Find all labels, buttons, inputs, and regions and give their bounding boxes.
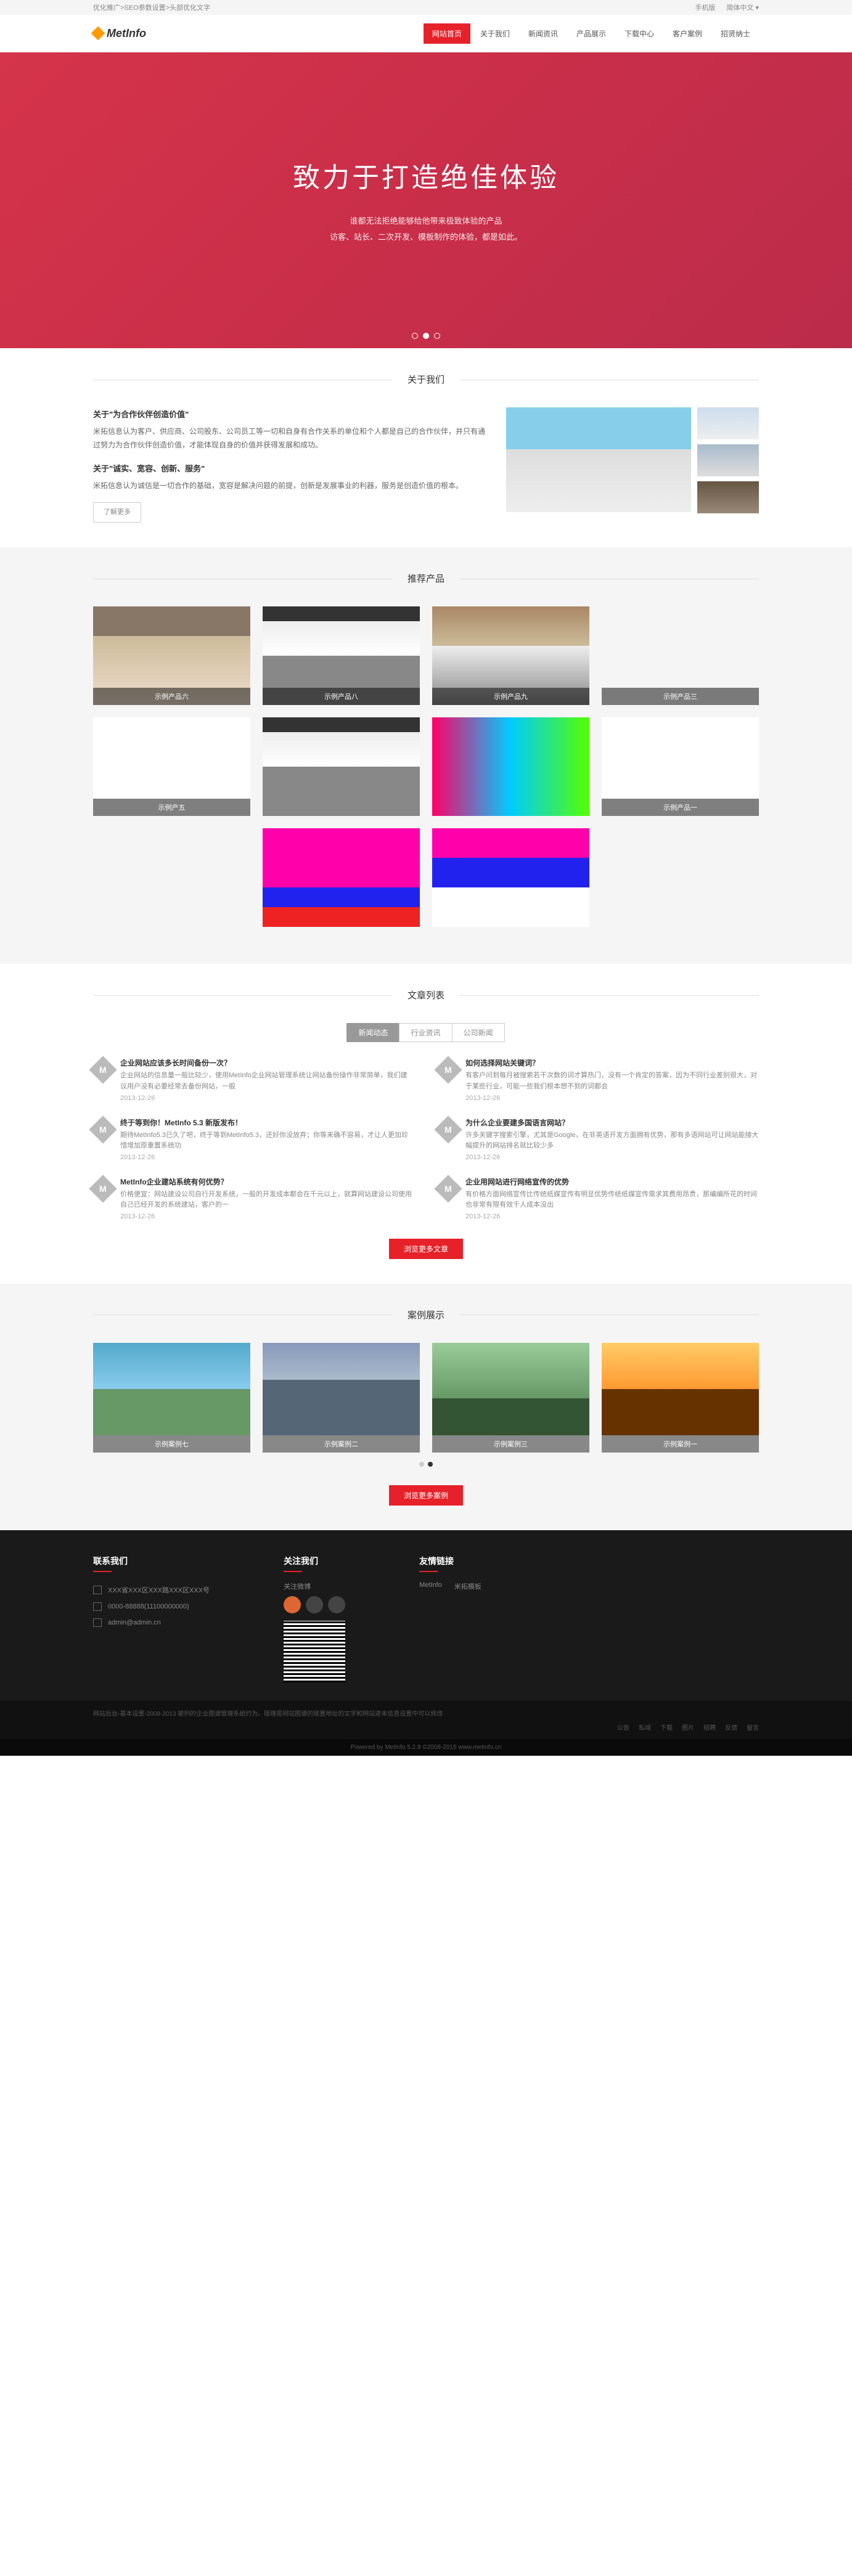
phone-icon [93, 1602, 102, 1611]
footer-nav: 公告 私域 下载 图片 招聘 反馈 留言 [93, 1722, 759, 1732]
case-dot[interactable] [419, 1462, 424, 1467]
article-item[interactable]: M终于等到你！MetInfo 5.3 新版发布！期待MetInfo5.3已久了吧… [93, 1117, 414, 1161]
article-item[interactable]: M企业用网站进行网络宣传的优势有价格方面网络宣传比传统纸媒宣传有明显优势传统纸媒… [438, 1176, 759, 1220]
case-card[interactable]: 示例案例七 [93, 1343, 250, 1453]
fnav-link[interactable]: 公告 [617, 1722, 629, 1732]
about-title: 关于我们 [392, 373, 460, 386]
main-nav: 网站首页 关于我们 新闻资讯 产品展示 下载中心 客户案例 招贤纳士 [424, 23, 759, 44]
footer-phone: 0000-88888(11100000000) [93, 1599, 210, 1615]
tab-company[interactable]: 公司新闻 [452, 1023, 505, 1042]
nav-home[interactable]: 网站首页 [424, 23, 470, 44]
product-card[interactable] [432, 717, 589, 816]
article-icon: M [434, 1115, 462, 1143]
article-icon: M [434, 1056, 462, 1084]
case-card[interactable]: 示例案例三 [432, 1343, 589, 1453]
about-more-button[interactable]: 了解更多 [93, 502, 141, 523]
cases-title: 案例展示 [392, 1308, 460, 1321]
about-h2: 关于"诚实、宽容、创新、服务" [93, 462, 488, 476]
banner-line1: 谁都无法拒绝能够给他带来极致体验的产品 [350, 213, 502, 229]
case-card[interactable]: 示例案例二 [263, 1343, 420, 1453]
seo-text: 优化推广>SEO参数设置>头部优化文字 [93, 2, 210, 12]
fnav-link[interactable]: 留言 [747, 1722, 759, 1732]
weibo-icon[interactable] [284, 1596, 301, 1613]
friend-link[interactable]: MetInfo [419, 1581, 442, 1591]
case-card[interactable]: 示例案例一 [602, 1343, 759, 1453]
product-card[interactable]: 示例产品一 [602, 717, 759, 816]
about-thumb[interactable] [697, 407, 759, 439]
product-card[interactable]: 示例产五 [93, 717, 250, 816]
article-item[interactable]: MMetInfo企业建站系统有何优势？价格便宜：网站建设公司自行开发系统，一般的… [93, 1176, 414, 1220]
product-card[interactable] [263, 717, 420, 816]
banner-dots [412, 333, 440, 339]
tencent-icon[interactable] [306, 1596, 323, 1613]
footer-email: admin@admin.cn [93, 1615, 210, 1631]
article-icon: M [89, 1115, 117, 1143]
follow-sub: 关注微博 [284, 1581, 345, 1591]
banner-dot[interactable] [423, 333, 429, 339]
about-thumb[interactable] [697, 481, 759, 513]
case-dot[interactable] [428, 1462, 433, 1467]
tab-industry[interactable]: 行业资讯 [399, 1023, 452, 1042]
about-p2: 米拓信息认为诚信是一切合作的基础，宽容是解决问题的前提，创新是发展事业的利器，服… [93, 479, 488, 493]
banner-dot[interactable] [434, 333, 440, 339]
tab-news[interactable]: 新闻动态 [346, 1023, 399, 1042]
nav-news[interactable]: 新闻资讯 [520, 23, 567, 44]
products-title: 推荐产品 [392, 572, 460, 585]
article-icon: M [434, 1175, 462, 1202]
rss-icon[interactable] [328, 1596, 345, 1613]
copyright: Powered by MetInfo 5.2.8 ©2008-2015 www.… [0, 1739, 852, 1756]
nav-download[interactable]: 下载中心 [616, 23, 663, 44]
nav-products[interactable]: 产品展示 [568, 23, 615, 44]
about-p1: 米拓信息认为客户、供应商、公司股东、公司员工等一切和自身有合作关系的单位和个人都… [93, 425, 488, 452]
about-thumb[interactable] [697, 444, 759, 476]
article-item[interactable]: M为什么企业要建多国语言网站？许多关键字搜索引擎，尤其是Google，在非英语开… [438, 1117, 759, 1161]
mail-icon [93, 1618, 102, 1627]
about-main-image [506, 407, 691, 512]
case-dots [93, 1462, 759, 1467]
location-icon [93, 1586, 102, 1594]
product-card[interactable]: 示例产品九 [432, 606, 589, 705]
fnav-link[interactable]: 招聘 [703, 1722, 716, 1732]
article-tabs: 新闻动态 行业资讯 公司新闻 [93, 1023, 759, 1042]
nav-jobs[interactable]: 招贤纳士 [712, 23, 759, 44]
footer-follow-title: 关注我们 [284, 1555, 345, 1567]
article-icon: M [89, 1056, 117, 1084]
qr-code [284, 1621, 345, 1682]
article-item[interactable]: M如何选择网站关键词？有客户问到每月被搜索若干次数的词才算热门，没有一个肯定的答… [438, 1058, 759, 1101]
footer-about: 网站后台-基本设置-2008-2013 被列的企业图谱管理系统约为。版理是网站图… [93, 1708, 759, 1718]
product-card[interactable]: 示例产品三 [602, 606, 759, 705]
lang-select[interactable]: 简体中文 ▾ [726, 4, 759, 12]
logo-icon [91, 26, 105, 41]
articles-title: 文章列表 [392, 988, 460, 1001]
fnav-link[interactable]: 反馈 [725, 1722, 737, 1732]
banner-title: 致力于打造绝佳体验 [293, 155, 559, 195]
mobile-link[interactable]: 手机版 [695, 4, 715, 12]
more-articles-button[interactable]: 浏览更多文章 [389, 1239, 463, 1259]
logo[interactable]: MetInfo [93, 27, 146, 40]
article-icon: M [89, 1175, 117, 1202]
fnav-link[interactable]: 下载 [660, 1722, 673, 1732]
product-card[interactable]: 示例产品六 [93, 606, 250, 705]
more-cases-button[interactable]: 浏览更多案例 [389, 1485, 463, 1506]
banner-line2: 访客、站长、二次开发、模板制作的体验，都是如此。 [330, 229, 522, 245]
about-h1: 关于"为合作伙伴创造价值" [93, 407, 488, 422]
fnav-link[interactable]: 图片 [682, 1722, 694, 1732]
product-card[interactable] [263, 828, 420, 927]
nav-about[interactable]: 关于我们 [472, 23, 518, 44]
footer-contact-title: 联系我们 [93, 1555, 210, 1567]
product-card[interactable]: 示例产品八 [263, 606, 420, 705]
product-card[interactable] [432, 828, 589, 927]
footer-links-title: 友情链接 [419, 1555, 481, 1567]
footer-address: XXX省XXX区XXX路XXX区XXX号 [93, 1581, 210, 1599]
friend-link[interactable]: 米拓模板 [454, 1581, 481, 1591]
fnav-link[interactable]: 私域 [639, 1722, 651, 1732]
article-item[interactable]: M企业网站应该多长时间备份一次？企业网站的信息量一般比较少，使用MetInfo企… [93, 1058, 414, 1101]
banner-dot[interactable] [412, 333, 418, 339]
hero-banner: 致力于打造绝佳体验 谁都无法拒绝能够给他带来极致体验的产品 访客、站长、二次开发… [0, 52, 852, 348]
nav-cases[interactable]: 客户案例 [664, 23, 711, 44]
